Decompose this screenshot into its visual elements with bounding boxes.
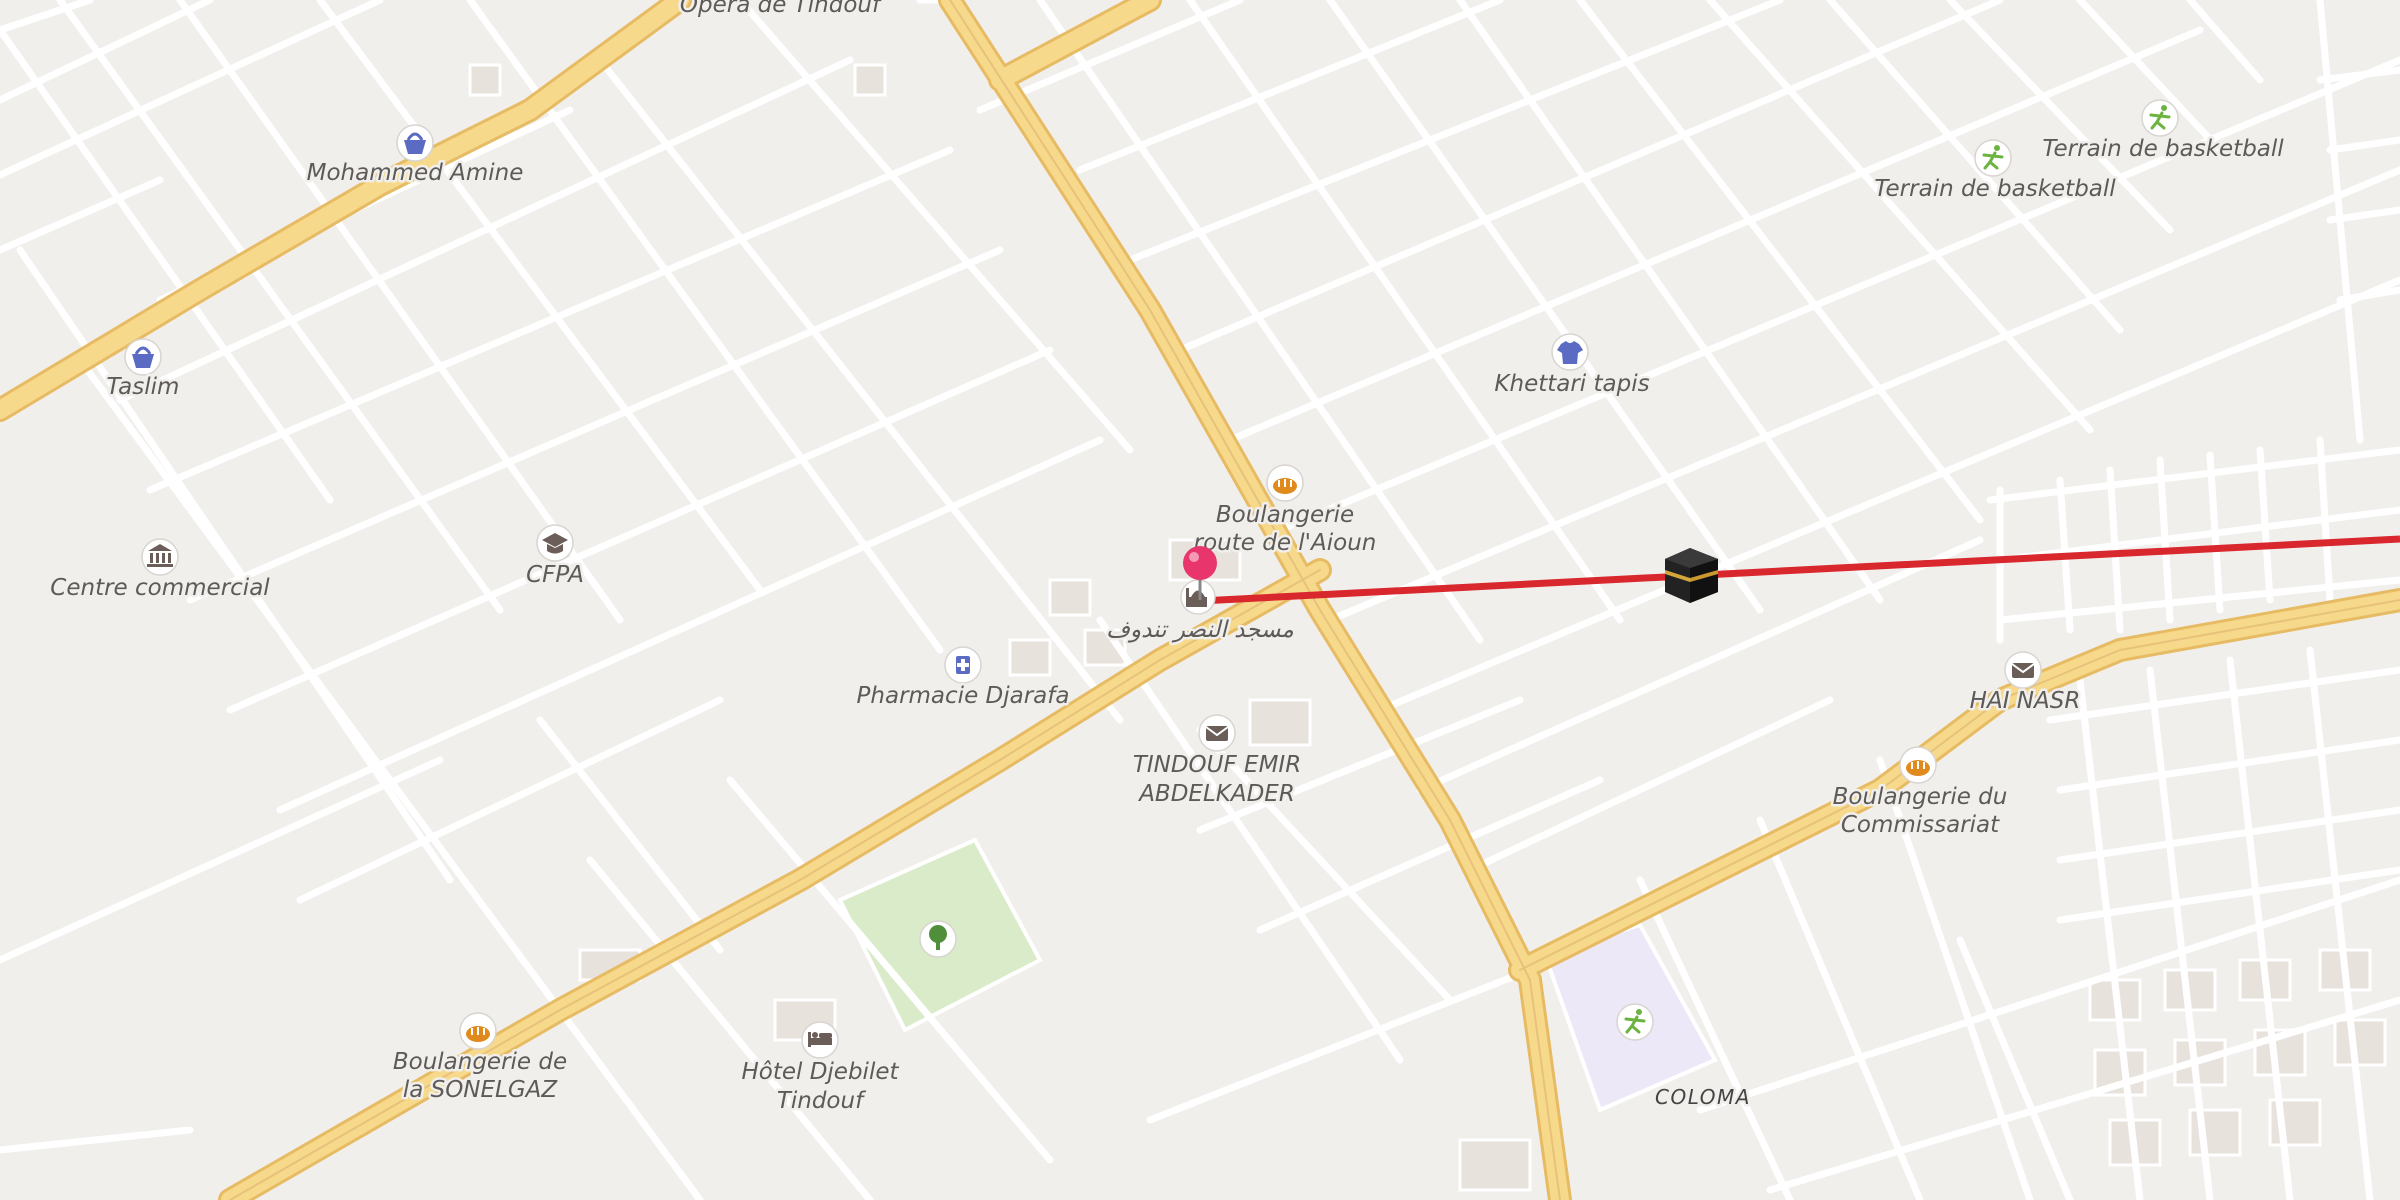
poi-label: CFPA bbox=[526, 562, 584, 588]
poi-label: COLOMA bbox=[1655, 1085, 1751, 1109]
poi-label: Terrain de basketball bbox=[2042, 136, 2284, 162]
poi-label-line2: Tindouf bbox=[777, 1088, 866, 1114]
mail-icon bbox=[2011, 663, 2035, 678]
poi-label-line1: Boulangerie du bbox=[1833, 784, 2008, 810]
mail-icon bbox=[1205, 726, 1229, 741]
poi-label: Taslim bbox=[107, 374, 180, 400]
poi-label: Mohammed Amine bbox=[307, 160, 524, 186]
bread-icon bbox=[1273, 478, 1297, 494]
poi-label: Terrain de basketball bbox=[1874, 176, 2116, 202]
poi-label-line1: Hôtel Djebilet bbox=[741, 1059, 899, 1085]
poi-label-line2: la SONELGAZ bbox=[403, 1077, 559, 1103]
road-label-opera: Opéra de Tindouf bbox=[680, 0, 883, 18]
poi-label-line2: ABDELKADER bbox=[1137, 781, 1295, 807]
pharmacy-icon bbox=[956, 656, 970, 674]
poi-label: Pharmacie Djarafa bbox=[857, 683, 1070, 709]
poi-label: Khettari tapis bbox=[1494, 371, 1649, 397]
poi-label-line2: Commissariat bbox=[1841, 812, 2000, 838]
poi-label: مسجد النصر تندوف bbox=[1106, 617, 1294, 643]
poi-park[interactable] bbox=[919, 920, 957, 958]
poi-label: Centre commercial bbox=[50, 575, 270, 601]
bread-icon bbox=[466, 1026, 490, 1042]
bread-icon bbox=[1906, 760, 1930, 776]
poi-label-line1: Boulangerie de bbox=[393, 1049, 567, 1075]
poi-label-line1: TINDOUF EMIR bbox=[1133, 752, 1301, 778]
kaaba-icon[interactable] bbox=[1665, 548, 1718, 603]
poi-label-line1: Boulangerie bbox=[1216, 502, 1354, 528]
poi-label: HAI NASR bbox=[1970, 688, 2081, 714]
map-canvas[interactable]: Opéra de Tindouf Mohammed Amine Taslim C… bbox=[0, 0, 2400, 1200]
poi-label-line2: route de l'Aioun bbox=[1194, 530, 1377, 556]
